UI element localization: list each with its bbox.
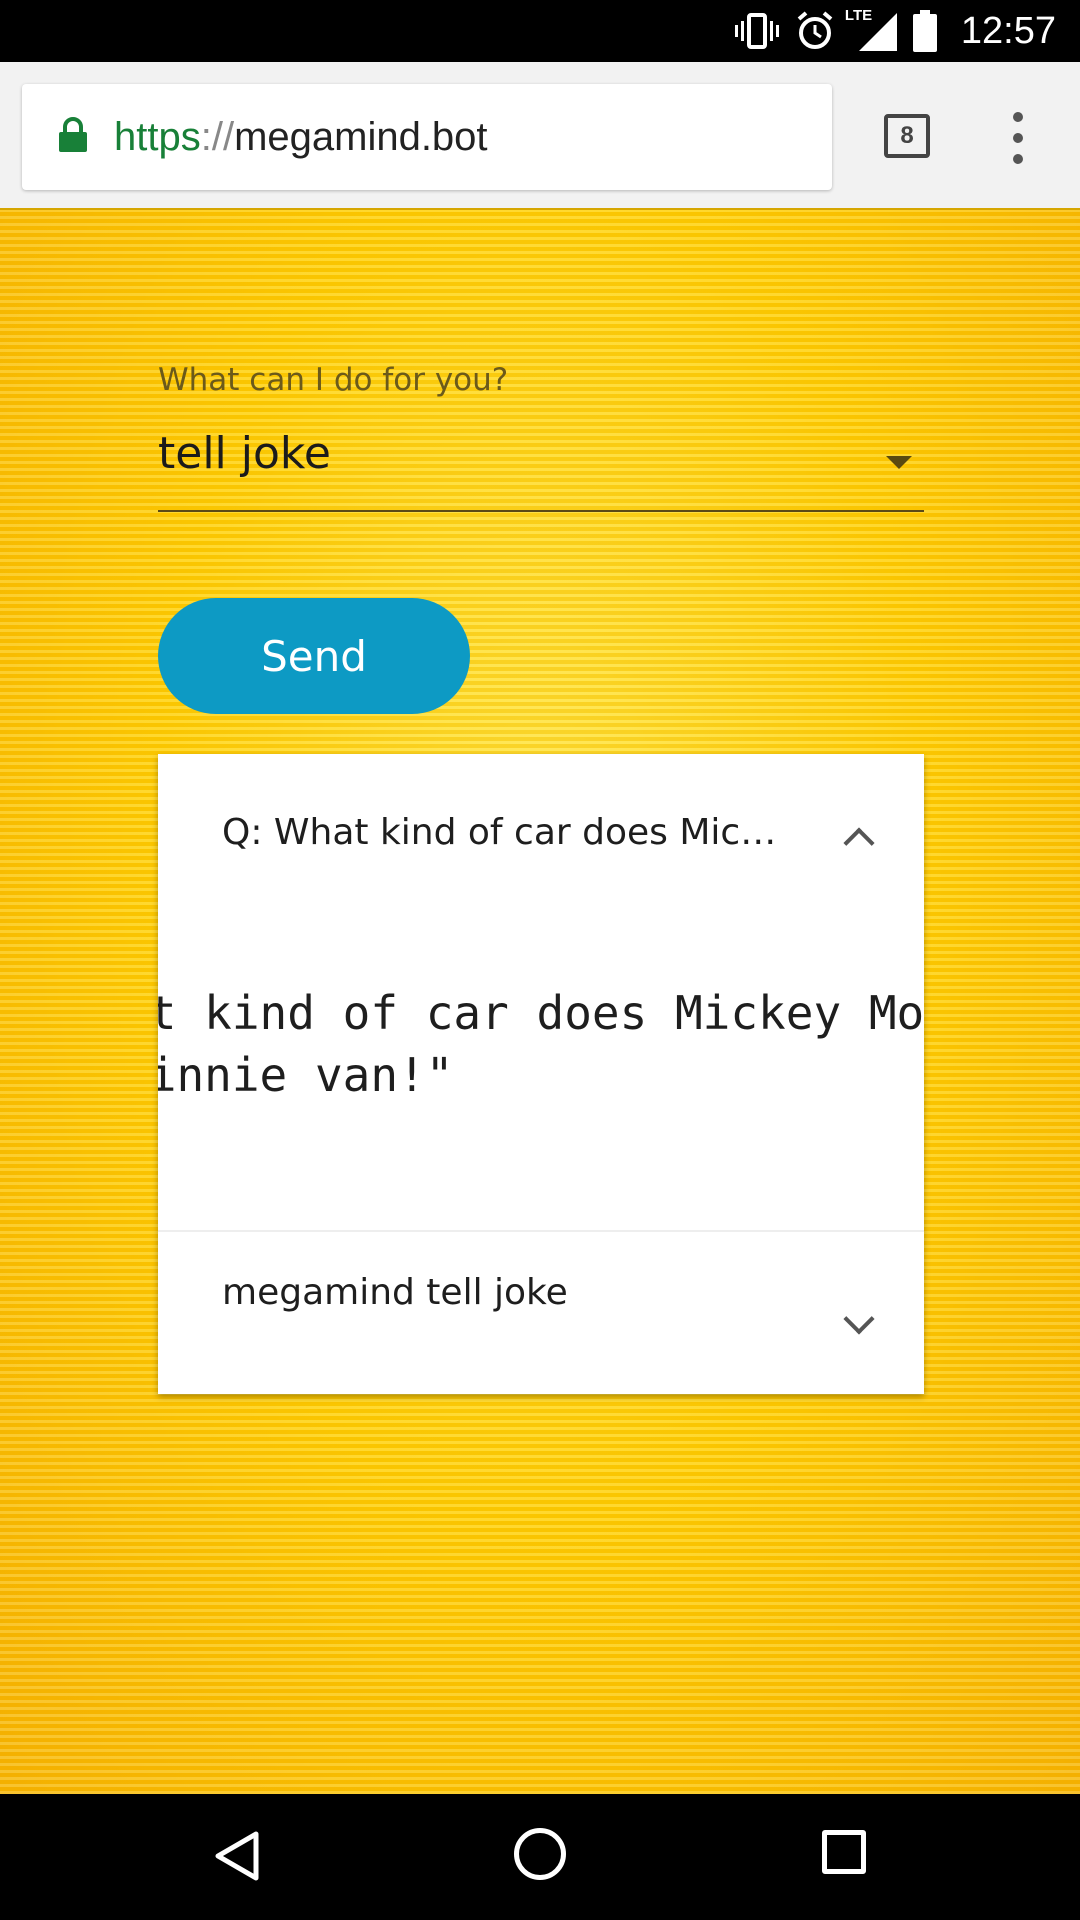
- lock-icon[interactable]: [58, 117, 88, 157]
- joke-text: "What kind of car does Mickey Mouse's wi…: [158, 982, 924, 1106]
- chevron-down-icon[interactable]: [843, 1303, 875, 1335]
- joke-accordion: Q: What kind of car does Mickey Mouse's …: [158, 754, 924, 1394]
- command-select[interactable]: tell joke: [158, 420, 924, 512]
- vibrate-icon: [734, 11, 779, 51]
- alarm-icon: [795, 11, 835, 51]
- url-text[interactable]: https://megamind.bot: [114, 115, 488, 160]
- url-separator: ://: [200, 114, 235, 159]
- accordion-panel-header-joke[interactable]: Q: What kind of car does Mickey Mouse's …: [158, 754, 924, 916]
- dropdown-arrow-icon[interactable]: [886, 456, 912, 469]
- home-icon[interactable]: [514, 1828, 566, 1880]
- url-bar[interactable]: https://megamind.bot: [22, 84, 832, 190]
- accordion-panel-title: Q: What kind of car does Mickey Mouse's …: [222, 812, 782, 853]
- status-bar: LTE 12:57: [0, 0, 1080, 62]
- overflow-menu-icon[interactable]: [1006, 112, 1030, 164]
- network-type-label: LTE: [844, 7, 873, 24]
- accordion-panel-title: megamind tell joke: [222, 1272, 568, 1313]
- command-field-label: What can I do for you?: [158, 362, 509, 398]
- status-time: 12:57: [960, 9, 1056, 52]
- battery-icon: [912, 10, 937, 52]
- recents-icon[interactable]: [822, 1830, 866, 1874]
- joke-line-1: "What kind of car does Mickey Mouse's wi…: [158, 986, 924, 1040]
- accordion-panel-header-command[interactable]: megamind tell joke: [158, 1230, 924, 1394]
- accordion-panel-body: "What kind of car does Mickey Mouse's wi…: [158, 916, 924, 1216]
- navigation-bar: [0, 1794, 1080, 1920]
- back-icon[interactable]: [212, 1830, 260, 1886]
- signal-icon: LTE: [845, 7, 897, 51]
- page-content: What can I do for you? tell joke Send Q:…: [0, 210, 1080, 1794]
- tab-switcher-icon[interactable]: 8: [884, 114, 930, 158]
- joke-line-2: A minnie van!": [158, 1048, 454, 1102]
- browser-toolbar: https://megamind.bot 8: [0, 62, 1080, 210]
- url-host: megamind.bot: [234, 114, 488, 159]
- send-button[interactable]: Send: [158, 598, 470, 714]
- chevron-up-icon[interactable]: [843, 827, 875, 859]
- command-select-value: tell joke: [158, 428, 331, 479]
- url-scheme: https: [114, 114, 201, 159]
